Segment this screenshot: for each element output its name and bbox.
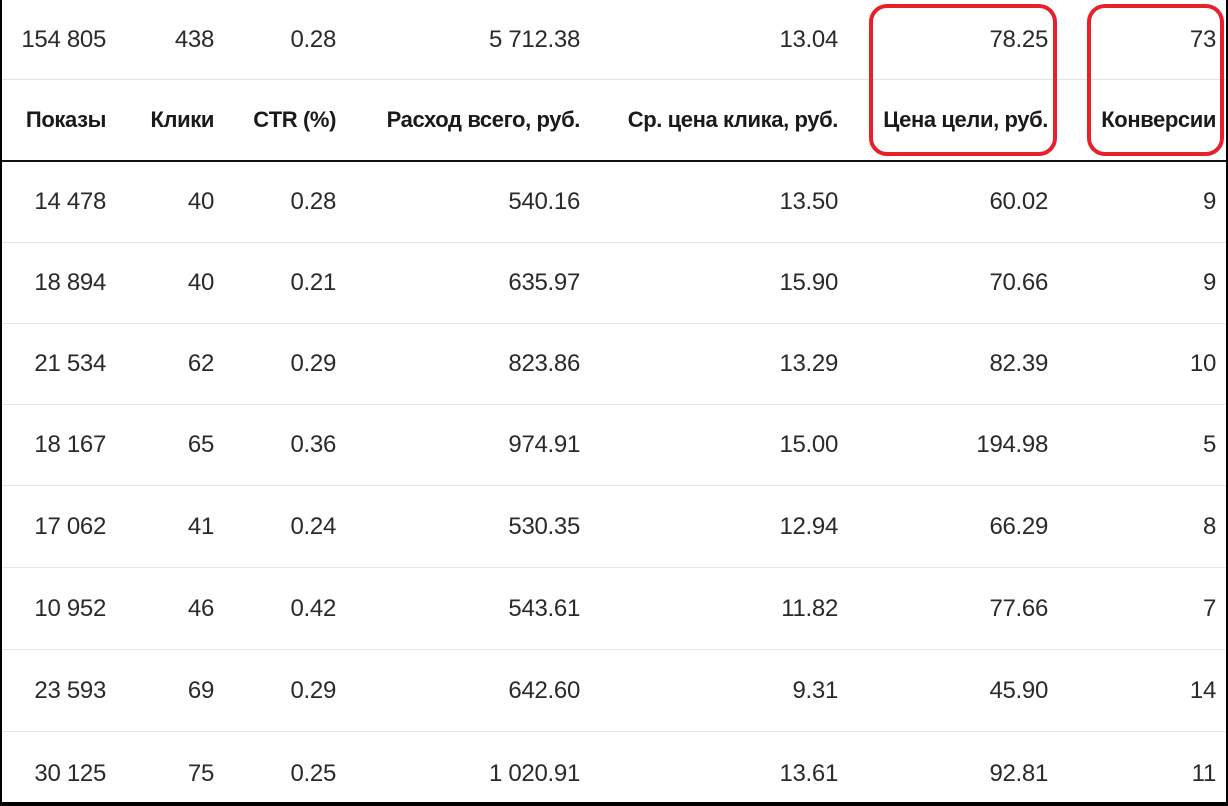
cell-impressions: 23 593 xyxy=(34,677,106,704)
cell-clicks: 41 xyxy=(187,513,214,540)
column-header-goal-cost[interactable]: Цена цели, руб. xyxy=(856,80,1066,160)
total-cost: 5 712.38 xyxy=(488,25,580,53)
cell-conversions: 5 xyxy=(1202,431,1216,458)
cell-avg-cpc: 15.00 xyxy=(779,431,838,458)
header-row: Показы Клики CTR (%) Расход всего, руб. … xyxy=(2,80,1226,162)
table-row: 10 952 46 0.42 543.61 11.82 77.66 7 xyxy=(2,569,1226,650)
cell-avg-cpc: 13.29 xyxy=(779,350,838,377)
cell-goal-cost: 66.29 xyxy=(989,513,1048,540)
cell-cost: 635.97 xyxy=(508,269,580,296)
cell-impressions: 10 952 xyxy=(34,595,106,622)
cell-conversions: 14 xyxy=(1189,677,1216,704)
total-impressions: 154 805 xyxy=(21,25,106,53)
cell-ctr: 0.25 xyxy=(290,759,336,787)
total-clicks: 438 xyxy=(174,25,214,53)
cell-ctr: 0.42 xyxy=(290,595,336,622)
cell-cost: 642.60 xyxy=(508,677,580,704)
cell-clicks: 62 xyxy=(187,350,214,377)
cell-clicks: 46 xyxy=(187,595,214,622)
cell-cost: 974.91 xyxy=(508,431,580,458)
column-header-cost[interactable]: Расход всего, руб. xyxy=(354,80,598,160)
cell-impressions: 30 125 xyxy=(34,759,106,787)
total-ctr: 0.28 xyxy=(290,25,336,53)
cell-cost: 823.86 xyxy=(508,350,580,377)
cell-ctr: 0.21 xyxy=(290,269,336,296)
cell-avg-cpc: 15.90 xyxy=(779,269,838,296)
cell-avg-cpc: 13.61 xyxy=(779,759,838,787)
cell-goal-cost: 70.66 xyxy=(989,269,1048,296)
cell-conversions: 7 xyxy=(1202,595,1216,622)
cell-cost: 530.35 xyxy=(508,513,580,540)
cell-goal-cost: 82.39 xyxy=(989,350,1048,377)
column-header-avg-cpc[interactable]: Ср. цена клика, руб. xyxy=(598,80,856,160)
table-row: 18 167 65 0.36 974.91 15.00 194.98 5 xyxy=(2,405,1226,486)
table-row: 14 478 40 0.28 540.16 13.50 60.02 9 xyxy=(2,162,1226,243)
cell-ctr: 0.29 xyxy=(290,677,336,704)
cell-goal-cost: 60.02 xyxy=(989,188,1048,215)
cell-avg-cpc: 13.50 xyxy=(779,188,838,215)
table-row: 30 125 75 0.25 1 020.91 13.61 92.81 11 xyxy=(2,733,1226,802)
cell-impressions: 21 534 xyxy=(34,350,106,377)
total-goal-cost: 78.25 xyxy=(989,25,1048,53)
cell-cost: 540.16 xyxy=(508,188,580,215)
cell-ctr: 0.24 xyxy=(290,513,336,540)
cell-conversions: 9 xyxy=(1202,269,1216,296)
cell-ctr: 0.36 xyxy=(290,431,336,458)
cell-goal-cost: 194.98 xyxy=(976,431,1048,458)
table-row: 21 534 62 0.29 823.86 13.29 82.39 10 xyxy=(2,324,1226,405)
column-header-conversions[interactable]: Конверсии xyxy=(1066,80,1226,160)
cell-impressions: 18 167 xyxy=(34,431,106,458)
cell-impressions: 18 894 xyxy=(34,269,106,296)
total-conversions: 73 xyxy=(1189,25,1216,53)
cell-avg-cpc: 12.94 xyxy=(779,513,838,540)
cell-clicks: 75 xyxy=(187,759,214,787)
cell-clicks: 40 xyxy=(187,269,214,296)
column-header-ctr[interactable]: CTR (%) xyxy=(232,80,354,160)
cell-conversions: 9 xyxy=(1202,188,1216,215)
cell-ctr: 0.29 xyxy=(290,350,336,377)
cell-conversions: 11 xyxy=(1191,759,1217,787)
cell-cost: 543.61 xyxy=(508,595,580,622)
table-row: 18 894 40 0.21 635.97 15.90 70.66 9 xyxy=(2,243,1226,324)
cell-clicks: 69 xyxy=(187,677,214,704)
cell-goal-cost: 77.66 xyxy=(989,595,1048,622)
cell-cost: 1 020.91 xyxy=(488,759,580,787)
cell-clicks: 40 xyxy=(187,188,214,215)
table-row: 23 593 69 0.29 642.60 9.31 45.90 14 xyxy=(2,651,1226,732)
total-avg-cpc: 13.04 xyxy=(779,25,838,53)
cell-impressions: 14 478 xyxy=(34,188,106,215)
table-row: 17 062 41 0.24 530.35 12.94 66.29 8 xyxy=(2,487,1226,568)
cell-goal-cost: 45.90 xyxy=(989,677,1048,704)
cell-conversions: 8 xyxy=(1202,513,1216,540)
cell-conversions: 10 xyxy=(1189,350,1216,377)
totals-row: 154 805 438 0.28 5 712.38 13.04 78.25 73 xyxy=(2,0,1226,80)
stats-table-frame: 154 805 438 0.28 5 712.38 13.04 78.25 73… xyxy=(2,0,1226,802)
cell-avg-cpc: 11.82 xyxy=(781,595,838,622)
column-header-clicks[interactable]: Клики xyxy=(124,80,232,160)
cell-ctr: 0.28 xyxy=(290,188,336,215)
cell-impressions: 17 062 xyxy=(34,513,106,540)
cell-avg-cpc: 9.31 xyxy=(792,677,838,704)
column-header-impressions[interactable]: Показы xyxy=(2,80,124,160)
cell-clicks: 65 xyxy=(187,431,214,458)
cell-goal-cost: 92.81 xyxy=(989,759,1048,787)
